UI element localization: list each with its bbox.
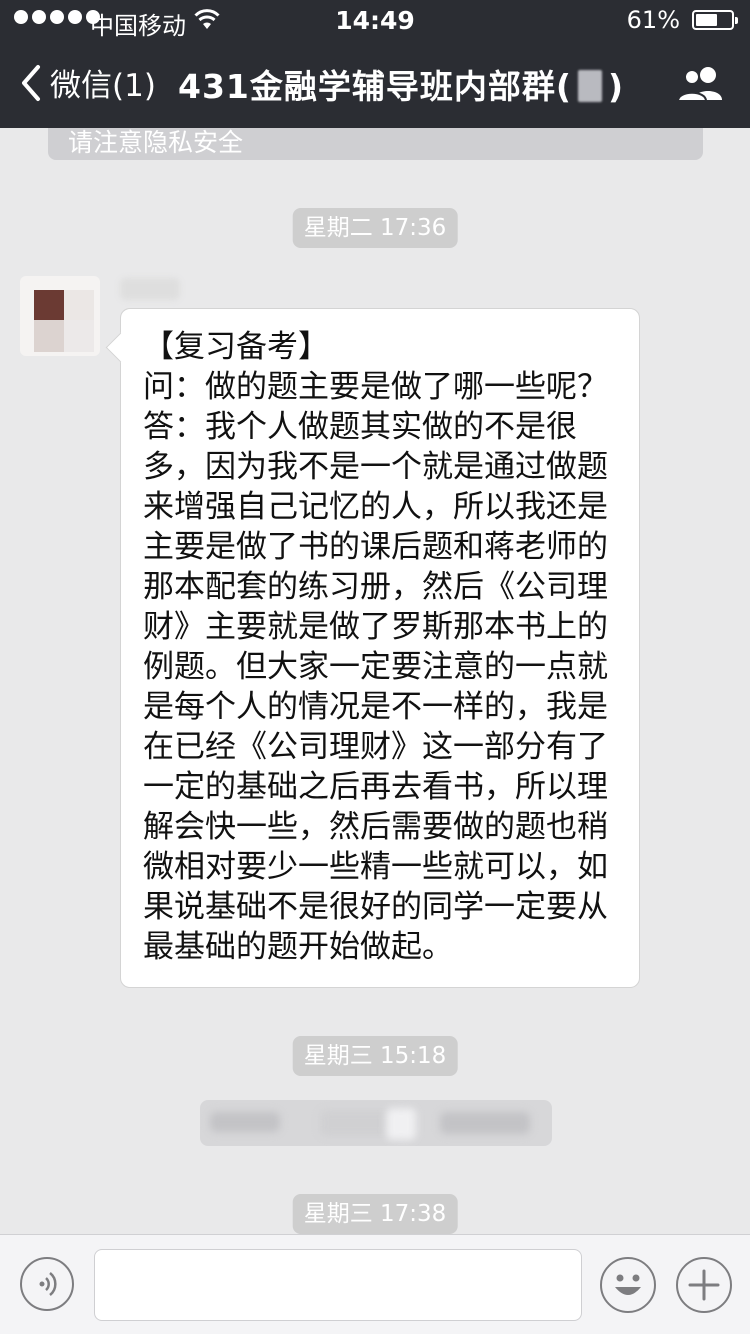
avatar[interactable] (20, 276, 100, 356)
message-line: 是每个人的情况是不一样的，我是 (143, 689, 608, 725)
message-line: 在已经《公司理财》这一部分有了 (143, 729, 608, 765)
message-bubble[interactable]: 【复习备考】 问：做的题主要是做了哪一些呢？ 答：我个人做题其实做的不是很 多，… (120, 308, 640, 988)
battery-percent: 61% (626, 6, 680, 34)
chat-area[interactable]: 请注意隐私安全 星期二 17:36 【复习备考】 问：做的题主要是做了哪一些呢？… (0, 128, 750, 1234)
message-line: 微相对要少一些精一些就可以，如 (143, 849, 608, 885)
chat-title-text: 431金融学辅导班内部群( (178, 67, 572, 106)
chevron-left-icon (22, 64, 40, 101)
timestamp: 星期三 17:38 (292, 1194, 458, 1234)
battery-icon (692, 10, 738, 30)
message-line: 例题。但大家一定要注意的一点就 (143, 649, 608, 685)
message-line: 果说基础不是很好的同学一定要从 (143, 889, 608, 925)
message-line: 那本配套的练习册，然后《公司理 (143, 569, 608, 605)
message-line: 问：做的题主要是做了哪一些呢？ (143, 369, 608, 405)
voice-button[interactable] (20, 1257, 74, 1311)
more-button[interactable] (676, 1257, 732, 1313)
message-line: 最基础的题开始做起。 (143, 929, 453, 965)
message-line: 答：我个人做题其实做的不是很 (143, 409, 577, 445)
input-bar (0, 1234, 750, 1334)
timestamp: 星期二 17:36 (292, 208, 458, 248)
emoji-icon (615, 1274, 641, 1295)
message-line: 【复习备考】 (143, 329, 329, 365)
voice-icon (39, 1272, 57, 1296)
timestamp: 星期三 15:18 (292, 1036, 458, 1076)
back-label: 微信(1) (50, 68, 156, 104)
group-members-icon[interactable] (676, 64, 726, 104)
message-line: 主要是做了书的课后题和蒋老师的 (143, 529, 608, 565)
top-bar: 中国移动 14:49 61% 微信(1) 431金融学辅导班内部群() (0, 0, 750, 128)
privacy-notice: 请注意隐私安全 (48, 128, 703, 160)
sender-name-redacted (120, 278, 180, 300)
chat-title: 431金融学辅导班内部群() (178, 60, 624, 108)
message-line: 解会快一些，然后需要做的题也稍 (143, 809, 608, 845)
emoji-button[interactable] (600, 1257, 656, 1313)
message-line: 多，因为我不是一个就是通过做题 (143, 449, 608, 485)
redacted-block (577, 70, 602, 102)
back-button[interactable]: 微信(1) (18, 60, 156, 105)
navigation-bar: 微信(1) 431金融学辅导班内部群() (0, 42, 750, 128)
chat-title-suffix: ) (607, 67, 625, 106)
message-line: 来增强自己记忆的人，所以我还是 (143, 489, 608, 525)
redacted-system-message (200, 1100, 552, 1146)
message-input[interactable] (94, 1249, 582, 1321)
message-line: 财》主要就是做了罗斯那本书上的 (143, 609, 608, 645)
status-bar: 中国移动 14:49 61% (0, 0, 750, 40)
message-line: 一定的基础之后再去看书，所以理 (143, 769, 608, 805)
plus-icon (688, 1269, 720, 1301)
